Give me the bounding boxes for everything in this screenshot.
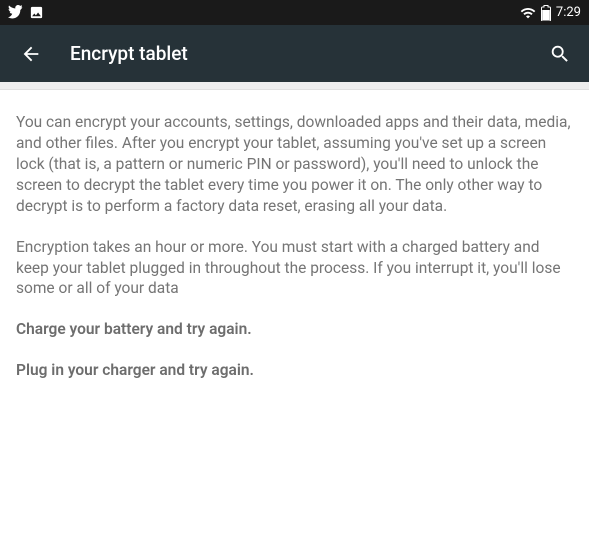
status-right: 7:29 (520, 5, 581, 21)
status-bar: 7:29 (0, 0, 589, 25)
content-area: You can encrypt your accounts, settings,… (0, 90, 589, 417)
status-time: 7:29 (556, 5, 581, 20)
battery-icon (541, 5, 551, 21)
twitter-icon (8, 5, 23, 20)
warning-plug-charger: Plug in your charger and try again. (16, 360, 573, 381)
page-title: Encrypt tablet (70, 42, 521, 65)
description-paragraph-1: You can encrypt your accounts, settings,… (16, 112, 573, 217)
search-icon[interactable] (549, 43, 571, 65)
status-left (8, 5, 520, 20)
description-paragraph-2: Encryption takes an hour or more. You mu… (16, 237, 573, 300)
app-bar: Encrypt tablet (0, 25, 589, 82)
image-icon (29, 5, 44, 20)
divider-strip (0, 82, 589, 90)
back-icon[interactable] (20, 43, 42, 65)
wifi-icon (520, 5, 536, 21)
warning-charge-battery: Charge your battery and try again. (16, 319, 573, 340)
